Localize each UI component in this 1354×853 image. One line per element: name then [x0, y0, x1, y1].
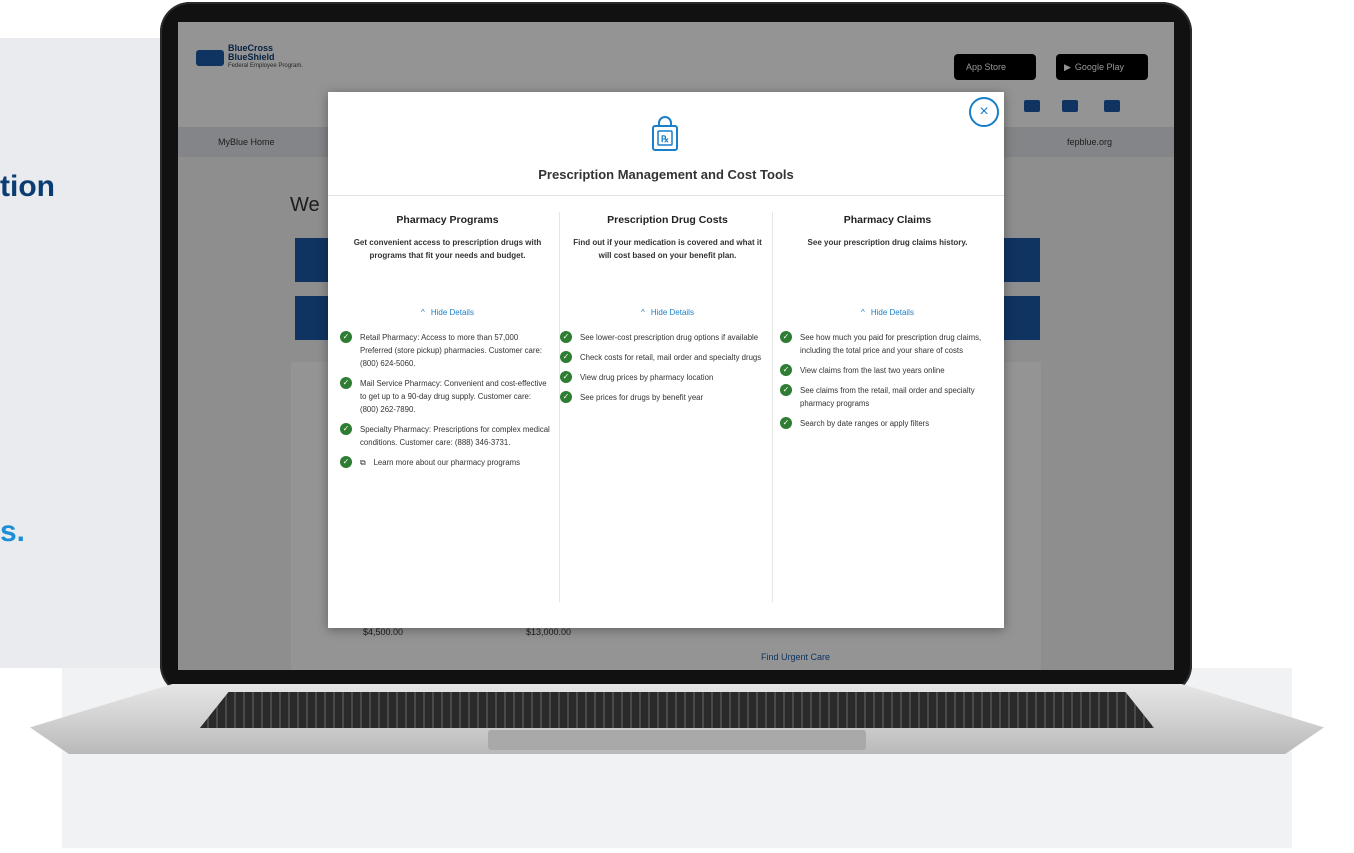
list-item: ✓ Check costs for retail, mail order and … [560, 351, 775, 364]
hide-details-toggle[interactable]: ^ Hide Details [560, 308, 775, 317]
pharmacy-claims-column: Pharmacy Claims See your prescription dr… [780, 214, 995, 437]
check-circle-icon: ✓ [780, 331, 792, 343]
list-item: ✓ Specialty Pharmacy: Prescriptions for c… [340, 423, 555, 449]
hide-details-toggle[interactable]: ^ Hide Details [780, 308, 995, 317]
prescription-tools-modal: × ℞ Prescription Management and Cost Too… [328, 92, 1004, 628]
background-text-fragment: s. [0, 515, 26, 548]
feature-list: ✓ Retail Pharmacy: Access to more than 57… [340, 331, 555, 469]
close-button[interactable]: × [969, 97, 999, 127]
toggle-label: Hide Details [870, 308, 914, 317]
check-circle-icon: ✓ [560, 351, 572, 363]
prescription-bag-icon: ℞ [652, 116, 678, 151]
chevron-up-icon: ^ [641, 308, 645, 317]
list-item-text: Specialty Pharmacy: Prescriptions for co… [360, 425, 550, 447]
list-item: ✓ See prices for drugs by benefit year [560, 391, 775, 404]
modal-title: Prescription Management and Cost Tools [538, 167, 794, 182]
hide-details-toggle[interactable]: ^ Hide Details [340, 308, 555, 317]
svg-text:℞: ℞ [661, 134, 669, 144]
check-circle-icon: ✓ [560, 371, 572, 383]
column-description: Find out if your medication is covered a… [573, 238, 762, 260]
list-item: ✓ Mail Service Pharmacy: Convenient and c… [340, 377, 555, 416]
learn-more-link[interactable]: Learn more about our pharmacy programs [374, 456, 520, 469]
background-heading-fragment: tion [0, 170, 55, 203]
list-item: ✓ See how much you paid for prescription … [780, 331, 995, 357]
chevron-up-icon: ^ [421, 308, 425, 317]
chevron-up-icon: ^ [861, 308, 865, 317]
list-item: ✓ See claims from the retail, mail order … [780, 384, 995, 410]
list-item: ✓ See lower-cost prescription drug option… [560, 331, 775, 344]
feature-list: ✓ See lower-cost prescription drug option… [560, 331, 775, 404]
list-item-text: See claims from the retail, mail order a… [800, 386, 975, 408]
check-circle-icon: ✓ [340, 377, 352, 389]
pharmacy-programs-column: Pharmacy Programs Get convenient access … [340, 214, 555, 476]
check-circle-icon: ✓ [780, 364, 792, 376]
list-item: ✓ Search by date ranges or apply filters [780, 417, 995, 430]
list-item: ✓ View drug prices by pharmacy location [560, 371, 775, 384]
modal-divider [328, 195, 1004, 196]
feature-list: ✓ See how much you paid for prescription … [780, 331, 995, 430]
toggle-label: Hide Details [430, 308, 474, 317]
list-item-text: Mail Service Pharmacy: Convenient and co… [360, 379, 547, 414]
list-item: ✓ View claims from the last two years onl… [780, 364, 995, 377]
laptop-keyboard [200, 692, 1154, 728]
check-circle-icon: ✓ [340, 423, 352, 435]
column-heading: Pharmacy Claims [843, 214, 932, 226]
list-item-text: Check costs for retail, mail order and s… [580, 353, 762, 362]
external-link-icon: ⧉ [360, 458, 366, 467]
check-circle-icon: ✓ [560, 331, 572, 343]
laptop-screen: BlueCross BlueShield Federal Employee Pr… [178, 22, 1174, 670]
check-circle-icon: ✓ [340, 456, 352, 468]
list-item-text: See prices for drugs by benefit year [580, 393, 704, 402]
check-circle-icon: ✓ [780, 417, 792, 429]
toggle-label: Hide Details [650, 308, 694, 317]
prescription-drug-costs-column: Prescription Drug Costs Find out if your… [560, 214, 775, 411]
list-item-text: Search by date ranges or apply filters [800, 419, 930, 428]
list-item-text: Retail Pharmacy: Access to more than 57,… [360, 333, 542, 368]
list-item-text: See lower-cost prescription drug options… [580, 333, 759, 342]
check-circle-icon: ✓ [560, 391, 572, 403]
column-description: Get convenient access to prescription dr… [353, 238, 542, 260]
list-item-text: View claims from the last two years onli… [800, 366, 945, 375]
column-heading: Pharmacy Programs [396, 214, 499, 226]
list-item-text: See how much you paid for prescription d… [800, 333, 982, 355]
list-item[interactable]: ✓ ⧉ Learn more about our pharmacy programs [340, 456, 555, 469]
list-item-text: View drug prices by pharmacy location [580, 373, 714, 382]
column-heading: Prescription Drug Costs [607, 214, 728, 226]
list-item: ✓ Retail Pharmacy: Access to more than 57… [340, 331, 555, 370]
check-circle-icon: ✓ [780, 384, 792, 396]
check-circle-icon: ✓ [340, 331, 352, 343]
laptop-trackpad [488, 730, 866, 750]
column-description: See your prescription drug claims histor… [807, 238, 968, 247]
